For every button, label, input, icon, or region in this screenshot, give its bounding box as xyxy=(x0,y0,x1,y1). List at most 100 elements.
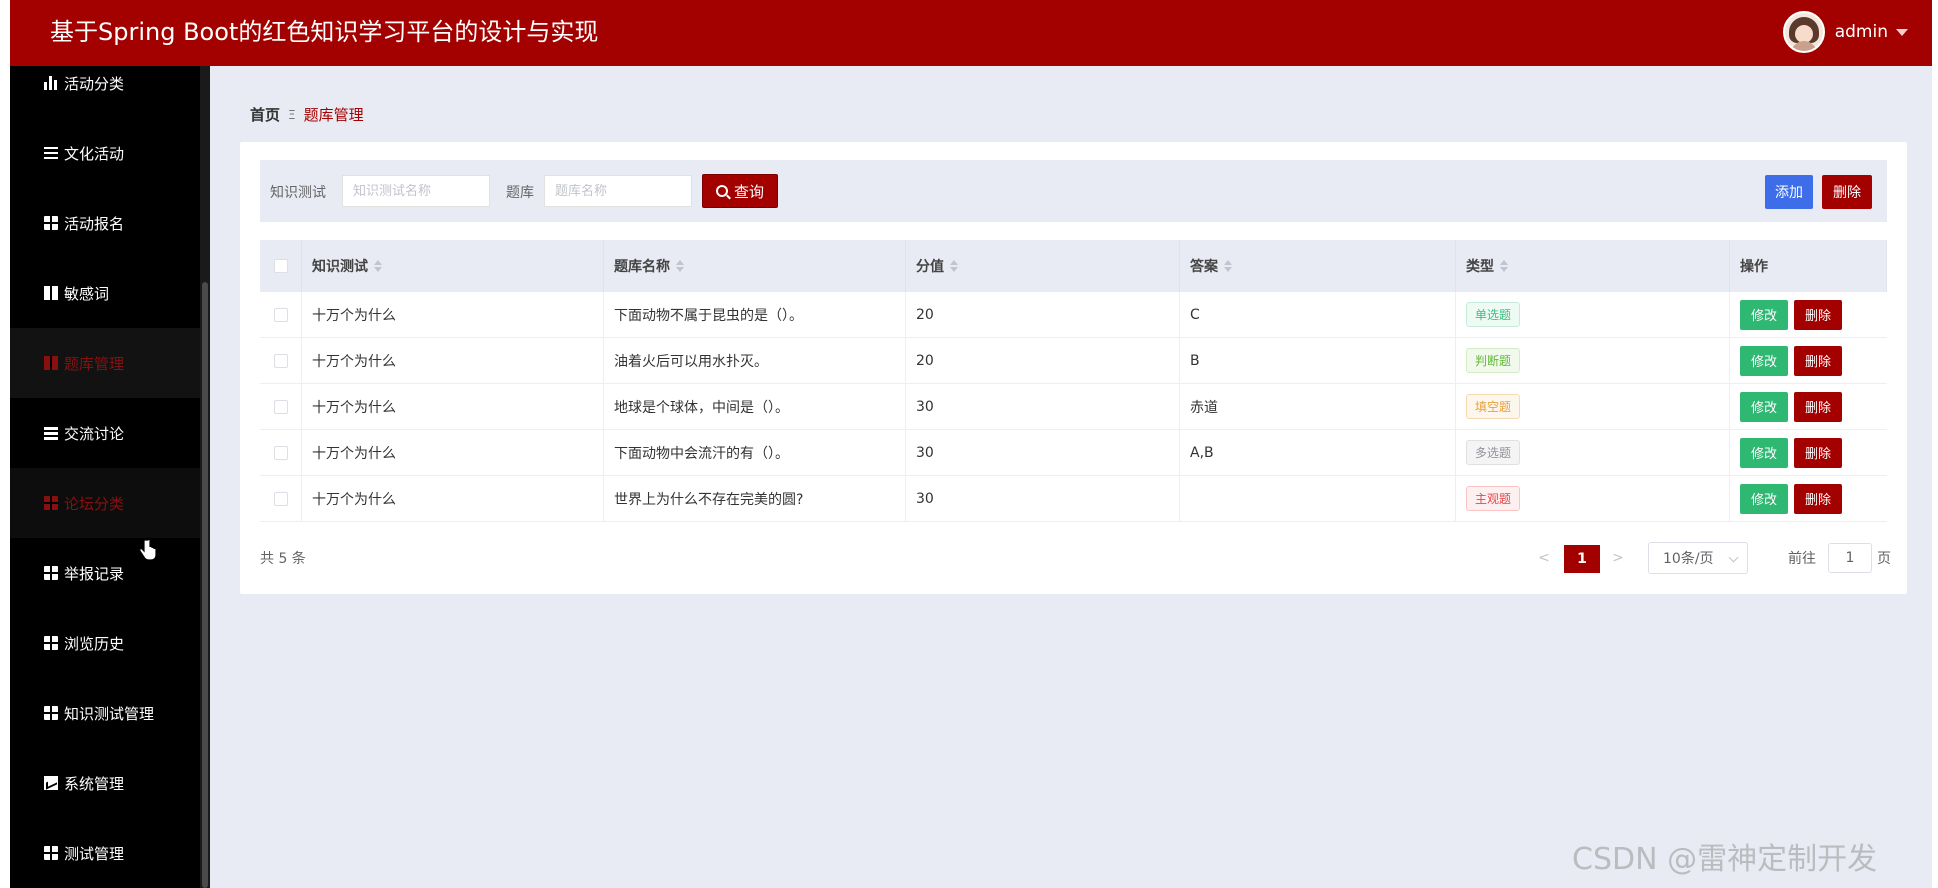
row-checkbox[interactable] xyxy=(273,491,288,506)
grid-icon xyxy=(44,706,58,720)
sidebar-item-label: 活动报名 xyxy=(64,214,125,233)
grid-icon xyxy=(44,496,58,510)
sidebar: 活动分类 文化活动 活动报名 敏感词 题库管理 交流讨论 论坛分类 举报记录 浏… xyxy=(10,66,210,888)
caret-down-icon[interactable] xyxy=(1896,28,1908,36)
cell-test: 十万个为什么 xyxy=(302,292,604,337)
column-header-name[interactable]: 题库名称 xyxy=(604,240,906,292)
sidebar-item-label: 系统管理 xyxy=(64,774,125,793)
edit-button[interactable]: 修改 xyxy=(1740,483,1788,514)
sidebar-item-forum-category[interactable]: 论坛分类 xyxy=(10,468,210,538)
chevron-down-icon xyxy=(1728,552,1739,563)
user-menu[interactable]: admin xyxy=(1782,10,1908,54)
delete-button[interactable]: 删除 xyxy=(1794,437,1842,468)
type-tag: 填空题 xyxy=(1466,394,1521,419)
sidebar-item-activity-signup[interactable]: 活动报名 xyxy=(10,188,210,258)
sidebar-item-label: 交流讨论 xyxy=(64,424,125,443)
goto-label: 前往 xyxy=(1788,551,1816,567)
bank-label: 题库 xyxy=(506,185,534,201)
sidebar-item-test-management[interactable]: 测试管理 xyxy=(10,818,210,888)
cell-answer: C xyxy=(1180,292,1456,337)
grid-icon xyxy=(44,846,58,860)
goto-page-input[interactable] xyxy=(1828,543,1872,573)
column-header-test[interactable]: 知识测试 xyxy=(302,240,604,292)
sort-icon[interactable] xyxy=(1224,260,1232,272)
scrollbar-thumb[interactable] xyxy=(202,282,208,888)
sidebar-item-label: 知识测试管理 xyxy=(64,704,155,723)
cell-score: 30 xyxy=(906,384,1180,429)
sort-icon[interactable] xyxy=(1500,260,1508,272)
batch-delete-button[interactable]: 删除 xyxy=(1822,175,1872,209)
breadcrumb-home[interactable]: 首页 xyxy=(250,104,280,125)
avatar[interactable] xyxy=(1782,11,1825,53)
page-number-1[interactable]: 1 xyxy=(1564,545,1600,573)
sort-icon[interactable] xyxy=(374,260,382,272)
sidebar-item-knowledge-test[interactable]: 知识测试管理 xyxy=(10,678,210,748)
prev-page-button[interactable]: < xyxy=(1534,546,1554,570)
cell-answer: B xyxy=(1180,338,1456,383)
edit-button[interactable]: 修改 xyxy=(1740,299,1788,330)
cell-test: 十万个为什么 xyxy=(302,430,604,475)
sidebar-item-activity-category[interactable]: 活动分类 xyxy=(10,66,210,118)
search-icon xyxy=(715,185,728,197)
column-header-answer[interactable]: 答案 xyxy=(1180,240,1456,292)
delete-button[interactable]: 删除 xyxy=(1794,345,1842,376)
cell-name: 地球是个球体，中间是（）。 xyxy=(604,384,906,429)
sort-icon[interactable] xyxy=(676,260,684,272)
select-all-cell xyxy=(260,240,302,292)
cell-name: 下面动物不属于昆虫的是（）。 xyxy=(604,292,906,337)
column-header-score[interactable]: 分值 xyxy=(906,240,1180,292)
sidebar-item-question-bank[interactable]: 题库管理 xyxy=(10,328,210,398)
search-bar: 知识测试 题库 查询 添加 删除 xyxy=(260,160,1887,222)
bar-chart-icon xyxy=(44,76,58,90)
grid-icon xyxy=(44,566,58,580)
sidebar-item-browse-history[interactable]: 浏览历史 xyxy=(10,608,210,678)
edit-button[interactable]: 修改 xyxy=(1740,437,1788,468)
page-size-select[interactable]: 10条/页 xyxy=(1648,542,1748,574)
bank-name-input[interactable] xyxy=(544,175,692,207)
sidebar-item-sensitive-words[interactable]: 敏感词 xyxy=(10,258,210,328)
row-checkbox[interactable] xyxy=(273,307,288,322)
chart-icon xyxy=(44,776,58,790)
type-tag: 单选题 xyxy=(1466,302,1521,327)
breadcrumb-separator-icon: Ξ xyxy=(288,107,296,122)
pagination: 共 5 条 < 1 > 10条/页 前往 页 xyxy=(260,542,1891,574)
sidebar-item-system[interactable]: 系统管理 xyxy=(10,748,210,818)
sidebar-item-discussion[interactable]: 交流讨论 xyxy=(10,398,210,468)
sidebar-scrollbar[interactable] xyxy=(200,66,210,888)
row-checkbox[interactable] xyxy=(273,399,288,414)
cell-score: 20 xyxy=(906,292,1180,337)
grid-icon xyxy=(44,636,58,650)
type-tag: 判断题 xyxy=(1466,348,1521,373)
cell-answer xyxy=(1180,476,1456,521)
cell-answer: 赤道 xyxy=(1180,384,1456,429)
edit-button[interactable]: 修改 xyxy=(1740,391,1788,422)
table-row: 十万个为什么 地球是个球体，中间是（）。 30 赤道 填空题 修改 删除 xyxy=(260,384,1887,430)
app-title: 基于Spring Boot的红色知识学习平台的设计与实现 xyxy=(50,18,599,46)
type-tag: 主观题 xyxy=(1466,486,1521,511)
delete-button[interactable]: 删除 xyxy=(1794,391,1842,422)
row-checkbox[interactable] xyxy=(273,445,288,460)
query-button[interactable]: 查询 xyxy=(702,174,778,208)
hand-cursor-icon xyxy=(139,538,157,561)
sort-icon[interactable] xyxy=(950,260,958,272)
row-checkbox[interactable] xyxy=(273,353,288,368)
column-header-type[interactable]: 类型 xyxy=(1456,240,1730,292)
sidebar-item-report-records[interactable]: 举报记录 xyxy=(10,538,210,608)
next-page-button[interactable]: > xyxy=(1608,546,1628,570)
delete-button[interactable]: 删除 xyxy=(1794,483,1842,514)
sidebar-item-cultural-activity[interactable]: 文化活动 xyxy=(10,118,210,188)
table-row: 十万个为什么 油着火后可以用水扑灭。 20 B 判断题 修改 删除 xyxy=(260,338,1887,384)
sidebar-item-label: 敏感词 xyxy=(64,284,110,303)
table-row: 十万个为什么 下面动物不属于昆虫的是（）。 20 C 单选题 修改 删除 xyxy=(260,292,1887,338)
delete-button[interactable]: 删除 xyxy=(1794,299,1842,330)
add-button[interactable]: 添加 xyxy=(1765,175,1813,209)
main-content: 首页 Ξ 题库管理 知识测试 题库 查询 添加 删除 知识测试 题库名称 分值 … xyxy=(210,66,1932,888)
top-bar: 基于Spring Boot的红色知识学习平台的设计与实现 admin xyxy=(10,0,1932,66)
user-name[interactable]: admin xyxy=(1835,22,1888,42)
edit-button[interactable]: 修改 xyxy=(1740,345,1788,376)
select-all-checkbox[interactable] xyxy=(273,259,288,273)
test-name-input[interactable] xyxy=(342,175,490,207)
test-label: 知识测试 xyxy=(270,185,326,201)
table-header: 知识测试 题库名称 分值 答案 类型 操作 xyxy=(260,240,1887,292)
cell-name: 油着火后可以用水扑灭。 xyxy=(604,338,906,383)
